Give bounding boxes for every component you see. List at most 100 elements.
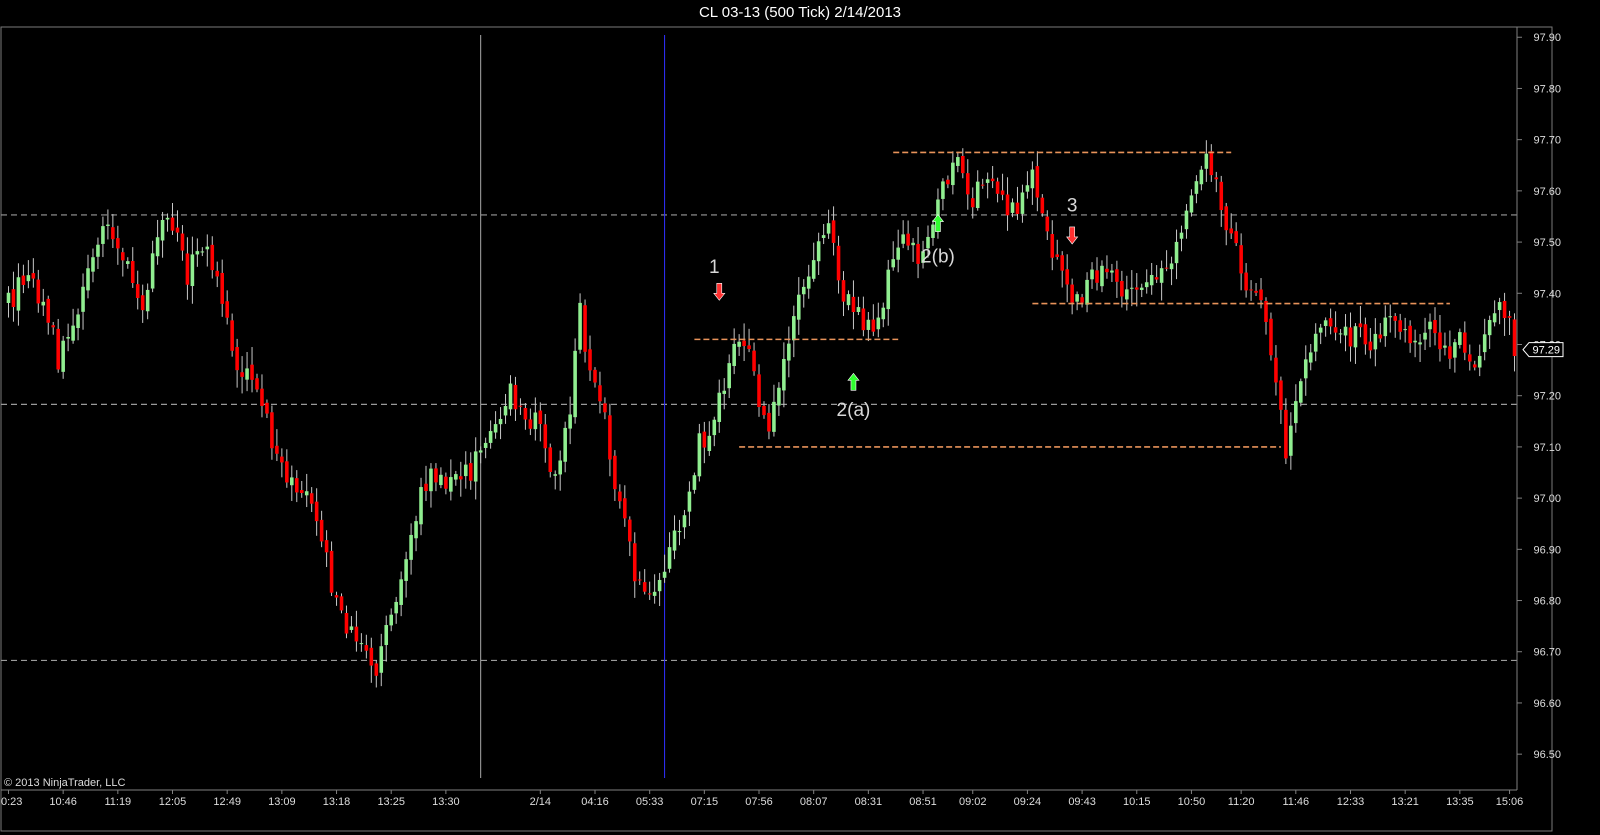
candle-body-261	[1303, 359, 1308, 379]
candle-body-64	[324, 540, 329, 553]
candle-body-210	[1050, 234, 1055, 258]
candle-body-248	[1239, 245, 1243, 274]
candle-body-145	[727, 363, 731, 389]
candle-body-217	[1085, 279, 1089, 305]
last-price-label: 97.29	[1532, 345, 1560, 357]
candle-body-93	[468, 463, 473, 481]
candle-body-191	[956, 157, 960, 166]
candle-body-43	[220, 272, 225, 304]
session-separators	[480, 35, 666, 778]
candle-body-139	[697, 433, 702, 477]
candle-body-227	[1134, 287, 1139, 290]
candle-body-176	[881, 307, 886, 320]
candle-body-251	[1254, 290, 1258, 293]
candle-body-7	[41, 301, 46, 306]
candle-body-196	[980, 184, 985, 186]
candle-body-289	[1443, 345, 1447, 348]
candle-body-174	[871, 319, 876, 332]
candle-body-34	[175, 227, 180, 233]
x-tick-label-12: 07:15	[691, 796, 719, 808]
candle-body-1	[11, 289, 16, 308]
candle-body-98	[493, 424, 498, 433]
candle-body-298	[1487, 320, 1492, 336]
candle-body-173	[866, 319, 871, 330]
annotation-arrow-down-icon-0	[713, 282, 726, 301]
candle-body-288	[1438, 332, 1442, 350]
candle-body-61	[309, 493, 314, 504]
candle-body-277	[1383, 317, 1388, 337]
annotation-arrow-up-icon-1	[847, 372, 860, 391]
candle-body-262	[1308, 352, 1313, 363]
candle-body-126	[632, 543, 637, 582]
candle-body-82	[414, 521, 418, 539]
candle-body-133	[667, 547, 672, 569]
candle-body-180	[901, 234, 905, 244]
candle-body-215	[1075, 294, 1079, 302]
y-tick-label-7: 97.20	[1533, 391, 1561, 403]
x-tick-label-16: 08:51	[909, 796, 937, 808]
candle-body-260	[1298, 381, 1303, 403]
x-tick-label-22: 11:20	[1228, 796, 1255, 808]
y-tick-label-12: 97.70	[1533, 135, 1561, 147]
candle-body-158	[792, 316, 796, 341]
candle-body-226	[1130, 287, 1134, 289]
candle-body-38	[195, 251, 200, 255]
candle-body-233	[1164, 267, 1169, 269]
candle-body-232	[1159, 268, 1164, 283]
candle-body-44	[225, 301, 229, 318]
candle-body-268	[1338, 333, 1343, 335]
candle-body-114	[573, 350, 577, 418]
candle-body-186	[931, 224, 935, 238]
candle-body-169	[846, 294, 851, 306]
candle-body-136	[682, 515, 687, 528]
candle-body-90	[454, 474, 458, 480]
candle-body-281	[1403, 329, 1407, 331]
candle-body-35	[180, 233, 185, 251]
candle-body-132	[662, 571, 667, 578]
candle-body-266	[1328, 318, 1333, 327]
candle-body-112	[563, 427, 567, 462]
candle-body-49	[250, 364, 254, 380]
candle-body-137	[687, 491, 692, 512]
candle-body-124	[623, 498, 627, 519]
candle-body-212	[1060, 255, 1064, 271]
x-tick-label-19: 09:43	[1068, 796, 1096, 808]
candle-body-74	[374, 663, 379, 676]
candle-body-259	[1294, 401, 1298, 424]
candle-body-142	[712, 419, 717, 436]
candle-body-70	[354, 626, 359, 642]
candle-body-249	[1244, 272, 1248, 291]
candle-body-28	[145, 289, 150, 312]
x-tick-label-9: 2/14	[530, 796, 551, 808]
candle-body-254	[1269, 318, 1273, 356]
x-tick-label-14: 08:07	[800, 796, 828, 808]
candle-body-21	[111, 227, 115, 240]
candle-body-213	[1065, 269, 1069, 285]
x-tick-label-8: 13:30	[432, 796, 460, 808]
candle-body-72	[364, 645, 369, 651]
candle-body-170	[851, 296, 856, 313]
last-price-marker: 97.29	[1522, 342, 1564, 358]
candle-body-172	[861, 308, 866, 331]
candle-body-224	[1120, 280, 1124, 297]
candle-body-291	[1453, 342, 1457, 358]
candle-body-206	[1030, 169, 1035, 189]
candle-body-256	[1279, 380, 1283, 410]
candle-body-76	[384, 625, 389, 645]
annotation-label-1: 2(a)	[837, 400, 871, 421]
candle-body-159	[796, 294, 801, 320]
candle-body-283	[1413, 340, 1417, 343]
candle-body-245	[1224, 206, 1229, 231]
candle-body-242	[1209, 151, 1214, 176]
candle-body-13	[71, 325, 75, 341]
x-tick-label-20: 10:15	[1123, 796, 1151, 808]
candlestick-chart[interactable]: 1 2(a) 2(b) 3 96.50 96.60 96.70 96.80 96.90 97.0…	[0, 0, 1600, 835]
candle-body-211	[1055, 254, 1060, 257]
x-tick-label-7: 13:25	[377, 796, 405, 808]
x-tick-label-25: 13:21	[1391, 796, 1419, 808]
candle-body-269	[1343, 326, 1348, 336]
candle-body-32	[165, 217, 170, 220]
candle-body-282	[1408, 325, 1412, 344]
candle-body-120	[603, 403, 607, 413]
candle-body-182	[911, 242, 915, 246]
